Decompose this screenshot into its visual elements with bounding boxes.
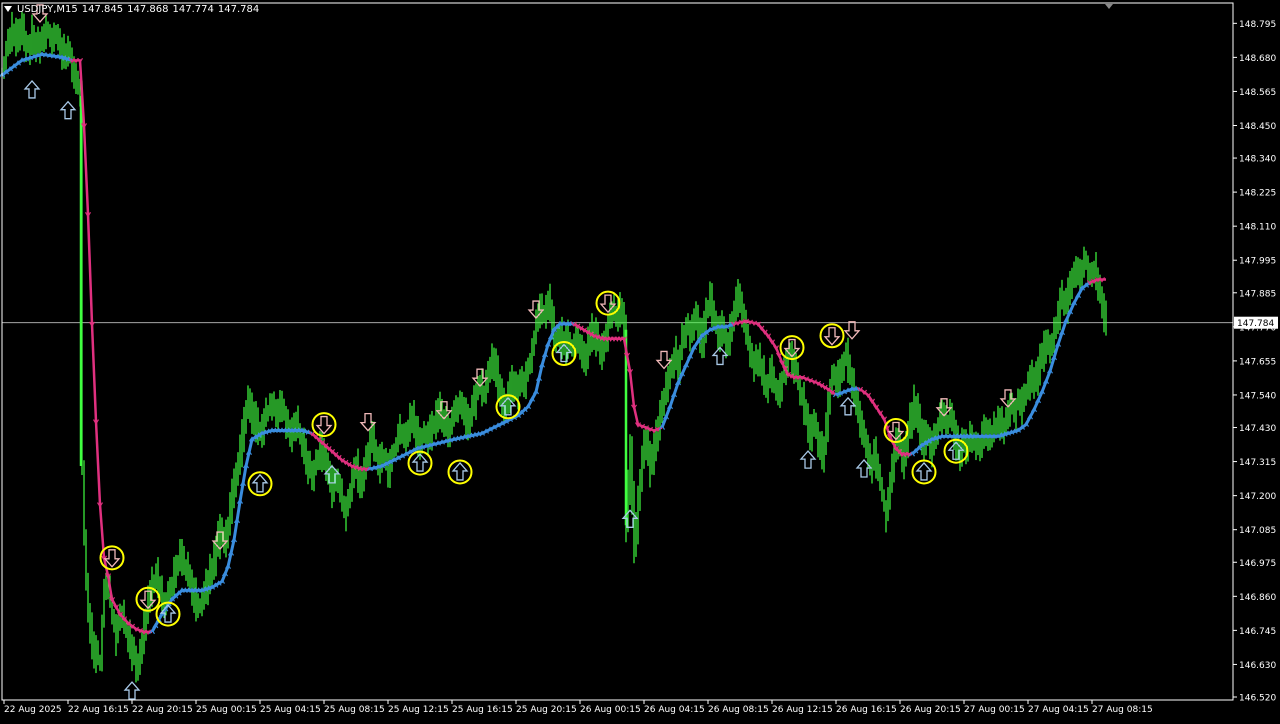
sell-arrow-down-icon: [599, 294, 617, 314]
chevron-down-icon[interactable]: [4, 6, 12, 12]
sell-arrow-down-icon: [103, 549, 121, 568]
ohlc-open: 147.845: [81, 4, 124, 15]
y-tick-label: 146.745: [1239, 627, 1276, 637]
y-tick-label: 147.540: [1239, 391, 1276, 401]
x-tick-label: 26 Aug 20:15: [900, 705, 961, 715]
y-tick-label: 146.975: [1239, 559, 1276, 569]
y-tick-label: 146.630: [1239, 661, 1276, 671]
ohlc-close: 147.784: [217, 4, 260, 15]
trend-layer: [0, 51, 1106, 635]
chart-window[interactable]: 148.795 148.680 148.565 148.450 148.340 148.2…: [0, 0, 1280, 720]
buy-arrow-up-icon: [23, 79, 41, 99]
y-tick-label: 148.680: [1239, 54, 1276, 64]
sell-arrow-down-icon: [655, 350, 673, 370]
x-tick-label: 27 Aug 04:15: [1028, 705, 1089, 715]
y-tick-label: 146.520: [1239, 694, 1276, 704]
x-tick-label: 27 Aug 00:15: [964, 705, 1025, 715]
y-tick-label: 146.860: [1239, 593, 1276, 603]
buy-arrow-up-icon: [855, 458, 873, 478]
y-tick-label: 148.795: [1239, 20, 1276, 30]
buy-arrow-up-icon: [59, 100, 77, 120]
price-chart[interactable]: 148.795 148.680 148.565 148.450 148.340 148.2…: [0, 0, 1280, 720]
buy-arrow-up-icon: [799, 450, 817, 469]
y-tick-label: 147.655: [1239, 357, 1276, 367]
y-tick-label: 148.110: [1239, 223, 1276, 233]
ohlc-low: 147.774: [172, 4, 214, 15]
y-tick-label: 148.340: [1239, 155, 1276, 165]
up-trend-line: [150, 428, 313, 633]
buy-arrow-up-icon: [451, 461, 469, 481]
buy-arrow-up-icon: [251, 473, 269, 493]
x-tick-label: 26 Aug 12:15: [772, 705, 833, 715]
current-price-label: 147.784: [1237, 319, 1274, 329]
x-tick-label: 26 Aug 08:15: [708, 705, 769, 715]
symbol-header: USDJPY,M15 147.845 147.868 147.774 147.784: [4, 3, 263, 17]
x-tick-label: 22 Aug 16:15: [68, 705, 129, 715]
y-tick-label: 148.225: [1239, 189, 1276, 199]
x-tick-label: 25 Aug 20:15: [516, 705, 577, 715]
sell-arrow-down-icon: [359, 412, 377, 432]
y-tick-label: 147.200: [1239, 492, 1276, 502]
y-tick-label: 148.450: [1239, 122, 1276, 132]
up-trend-line: [911, 281, 1091, 456]
buy-arrow-up-icon: [123, 681, 141, 700]
x-tick-label: 22 Aug 20:15: [132, 705, 193, 715]
y-tick-label: 147.430: [1239, 424, 1276, 434]
x-tick-label: 27 Aug 08:15: [1092, 705, 1153, 715]
sell-arrow-down-icon: [843, 321, 861, 340]
x-tick-label: 25 Aug 00:15: [196, 705, 257, 715]
x-tick-label: 25 Aug 16:15: [452, 705, 513, 715]
x-tick-label: 25 Aug 04:15: [260, 705, 321, 715]
ohlc-high: 147.868: [127, 4, 169, 15]
x-tick-label: 25 Aug 12:15: [388, 705, 449, 715]
x-tick-label: 22 Aug 2025: [4, 705, 62, 715]
x-tick-label: 26 Aug 00:15: [580, 705, 641, 715]
sell-arrow-down-icon: [315, 415, 333, 435]
y-tick-label: 147.085: [1239, 526, 1276, 536]
y-tick-label: 147.885: [1239, 289, 1276, 299]
y-tick-label: 148.565: [1239, 88, 1276, 98]
y-tick-label: 147.315: [1239, 458, 1276, 468]
x-tick-label: 25 Aug 08:15: [324, 705, 385, 715]
symbol-timeframe: USDJPY,M15: [17, 4, 78, 15]
x-tick-label: 26 Aug 16:15: [836, 705, 897, 715]
buy-arrow-up-icon: [915, 461, 933, 481]
sell-arrow-down-icon: [823, 327, 841, 346]
y-tick-label: 147.995: [1239, 257, 1276, 267]
buy-arrow-up-icon: [839, 396, 857, 416]
x-tick-label: 26 Aug 04:15: [644, 705, 705, 715]
scroll-marker-icon: [1105, 4, 1113, 9]
